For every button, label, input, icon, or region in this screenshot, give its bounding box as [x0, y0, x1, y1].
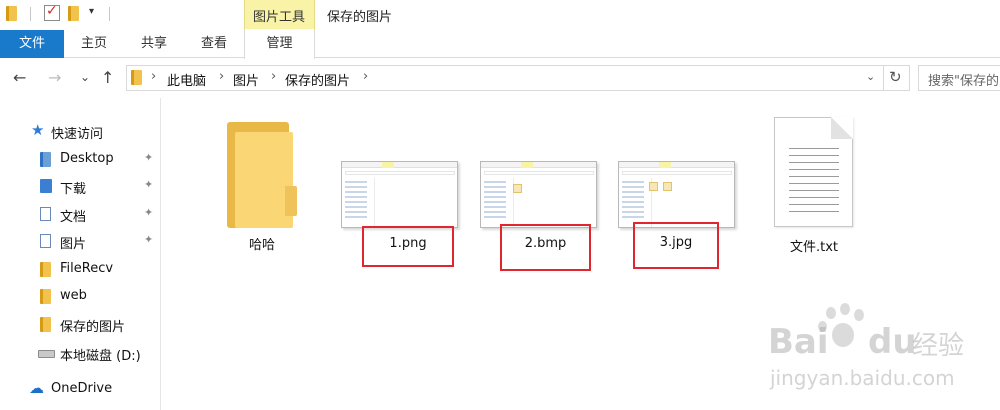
navigation-pane: ★ 快速访问 Desktop ✦ 下载 ✦ 文档 ✦ 图片 ✦ FileRecv… — [0, 98, 161, 410]
address-bar[interactable]: › 此电脑 › 图片 › 保存的图片 › — [126, 65, 884, 91]
watermark-url: jingyan.baidu.com — [770, 366, 955, 390]
toolbar-divider — [109, 7, 110, 21]
refresh-button[interactable]: ↻ — [884, 65, 910, 91]
search-input[interactable]: 搜索"保存的图片" — [918, 65, 1000, 91]
back-arrow-icon[interactable]: ← — [13, 68, 26, 87]
sidebar-item-label: 快速访问 — [51, 127, 104, 142]
tab-home[interactable]: 主页 — [64, 30, 124, 58]
sidebar-item-documents[interactable]: 文档 ✦ — [0, 201, 160, 228]
file-name: 文件.txt — [789, 240, 839, 255]
file-name: 2.bmp — [524, 236, 567, 251]
sidebar-item-downloads[interactable]: 下载 ✦ — [0, 173, 160, 200]
file-name: 哈哈 — [248, 238, 275, 253]
breadcrumb-separator[interactable]: › — [219, 69, 224, 84]
pin-icon[interactable]: ✦ — [144, 178, 153, 191]
sidebar-item-filerecv[interactable]: FileRecv — [0, 256, 160, 283]
watermark-brand-suffix: du — [868, 322, 917, 362]
sidebar-item-onedrive[interactable]: ☁ OneDrive — [0, 376, 160, 403]
tab-share[interactable]: 共享 — [124, 30, 184, 58]
breadcrumb-pictures[interactable]: 图片 — [233, 70, 259, 89]
new-folder-icon[interactable] — [68, 6, 79, 21]
sidebar-item-label: 文档 — [60, 210, 87, 225]
folder-icon — [40, 289, 51, 304]
pin-icon[interactable]: ✦ — [144, 206, 153, 219]
customize-quick-access-icon[interactable]: ▾ — [89, 6, 94, 17]
breadcrumb-separator[interactable]: › — [151, 69, 156, 84]
folder-icon — [40, 262, 51, 277]
drive-icon — [38, 350, 55, 358]
folder-icon — [227, 122, 297, 228]
pin-icon[interactable]: ✦ — [144, 151, 153, 164]
sidebar-item-pictures[interactable]: 图片 ✦ — [0, 228, 160, 255]
pin-icon[interactable]: ✦ — [144, 233, 153, 246]
pictures-folder-icon — [40, 234, 51, 248]
chevron-down-icon[interactable]: ⌄ — [866, 70, 875, 83]
image-thumbnail — [341, 161, 458, 228]
picture-tools-header: 图片工具 — [244, 0, 315, 30]
sidebar-item-desktop[interactable]: Desktop ✦ — [0, 146, 160, 173]
refresh-icon: ↻ — [889, 68, 902, 86]
window-title: 保存的图片 — [327, 10, 393, 25]
sidebar-item-label: Desktop — [60, 151, 114, 166]
watermark-cn: 经验 — [912, 331, 965, 361]
folder-icon[interactable] — [6, 6, 17, 21]
onedrive-icon: ☁ — [29, 379, 44, 397]
sidebar-item-label: 下载 — [60, 182, 87, 197]
desktop-folder-icon — [40, 152, 51, 167]
folder-icon — [40, 317, 51, 332]
image-thumbnail — [618, 161, 735, 228]
breadcrumb-separator[interactable]: › — [363, 69, 368, 84]
forward-arrow-icon[interactable]: → — [48, 68, 61, 87]
sidebar-item-label: 图片 — [60, 237, 87, 252]
sidebar-item-label: 本地磁盘 (D:) — [60, 349, 141, 364]
sidebar-item-label: 保存的图片 — [60, 320, 126, 335]
properties-icon[interactable]: ✓ — [44, 3, 60, 21]
sidebar-item-label: web — [60, 288, 87, 303]
download-folder-icon — [40, 179, 52, 193]
navigation-bar: ← → ⌄ ↑ › 此电脑 › 图片 › 保存的图片 › ⌄ ↻ 搜索"保存的图… — [0, 59, 1000, 98]
up-arrow-icon[interactable]: ↑ — [101, 68, 114, 87]
tab-view[interactable]: 查看 — [184, 30, 244, 58]
ribbon-tabs: 文件 主页 共享 查看 管理 — [0, 29, 1000, 59]
toolbar-divider — [30, 7, 31, 21]
text-file-icon — [774, 117, 853, 227]
sidebar-item-saved-pictures[interactable]: 保存的图片 — [0, 311, 160, 338]
recent-locations-icon[interactable]: ⌄ — [80, 70, 90, 84]
breadcrumb-separator[interactable]: › — [271, 69, 276, 84]
sidebar-item-local-disk-d[interactable]: 本地磁盘 (D:) — [0, 340, 160, 367]
sidebar-item-web[interactable]: web — [0, 283, 160, 310]
breadcrumb-saved-pictures[interactable]: 保存的图片 — [285, 70, 350, 89]
sidebar-item-quick-access[interactable]: ★ 快速访问 — [0, 118, 160, 145]
tab-file[interactable]: 文件 — [0, 30, 64, 58]
baidu-paw-icon — [818, 303, 868, 353]
image-thumbnail — [480, 161, 597, 228]
star-icon: ★ — [31, 121, 45, 139]
tab-manage[interactable]: 管理 — [244, 29, 315, 59]
sidebar-item-label: OneDrive — [51, 381, 113, 396]
file-name: 3.jpg — [659, 235, 693, 250]
title-bar: ✓ ▾ 图片工具 保存的图片 — [0, 0, 1000, 30]
documents-folder-icon — [40, 207, 51, 221]
sidebar-item-label: FileRecv — [60, 261, 114, 276]
breadcrumb-this-pc[interactable]: 此电脑 — [167, 70, 206, 89]
file-name: 1.png — [389, 236, 427, 251]
folder-icon — [131, 70, 142, 85]
search-placeholder: 搜索"保存的图片" — [928, 74, 1000, 89]
